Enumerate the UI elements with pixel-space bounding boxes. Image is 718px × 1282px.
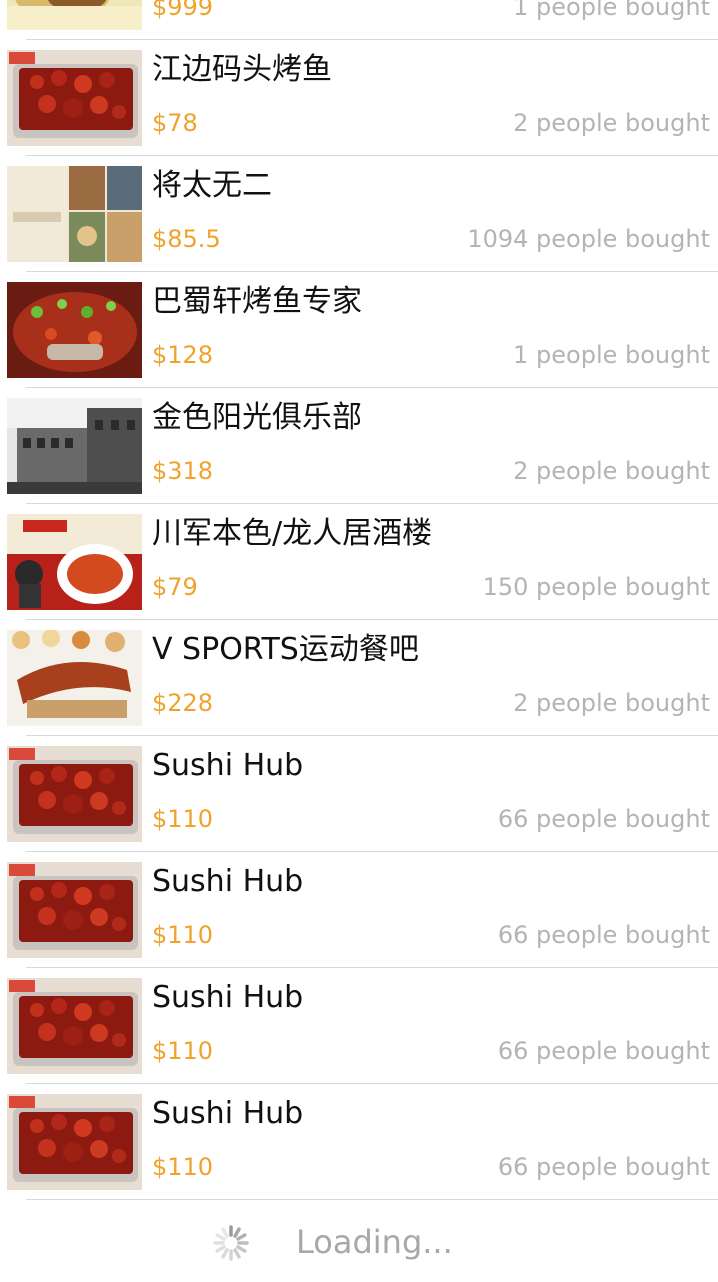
ribs-photo — [7, 630, 142, 726]
food-photo — [7, 0, 142, 30]
grilled-fish-photo — [7, 50, 142, 146]
item-title: Sushi Hub — [152, 748, 304, 783]
item-bought-count: 66 people bought — [497, 1037, 710, 1065]
grilled-fish-photo — [7, 746, 142, 842]
spinner-icon — [213, 1225, 249, 1261]
loading-indicator: Loading... — [0, 1208, 718, 1278]
item-bought-count: 66 people bought — [497, 805, 710, 833]
item-title: 金色阳光俱乐部 — [152, 400, 362, 435]
list-item[interactable]: 将太无二 $85.5 1094 people bought — [0, 156, 718, 272]
list-item[interactable]: $999 1 people bought — [0, 0, 718, 40]
item-price: $228 — [152, 689, 214, 717]
item-price: $110 — [152, 1153, 214, 1181]
item-price: $110 — [152, 921, 214, 949]
item-price: $78 — [152, 109, 198, 137]
item-price: $110 — [152, 805, 214, 833]
list-item[interactable]: Sushi Hub $110 66 people bought — [0, 852, 718, 968]
item-title: 将太无二 — [152, 168, 272, 203]
grilled-fish-photo — [7, 1094, 142, 1190]
item-bought-count: 1 people bought — [513, 0, 710, 21]
item-bought-count: 1 people bought — [513, 341, 710, 369]
loading-text: Loading... — [296, 1223, 453, 1261]
item-bought-count: 1094 people bought — [467, 225, 710, 253]
grilled-fish-photo — [7, 862, 142, 958]
item-title: Sushi Hub — [152, 864, 304, 899]
item-bought-count: 150 people bought — [482, 573, 710, 601]
item-title: 巴蜀轩烤鱼专家 — [152, 284, 362, 319]
list-item[interactable]: V SPORTS运动餐吧 $228 2 people bought — [0, 620, 718, 736]
spicy-fish-photo — [7, 282, 142, 378]
item-bought-count: 2 people bought — [513, 109, 710, 137]
item-price: $79 — [152, 573, 198, 601]
list-item[interactable]: Sushi Hub $110 66 people bought — [0, 968, 718, 1084]
item-title: 川军本色/龙人居酒楼 — [152, 516, 433, 551]
list-item[interactable]: 巴蜀轩烤鱼专家 $128 1 people bought — [0, 272, 718, 388]
item-price: $318 — [152, 457, 214, 485]
item-price: $128 — [152, 341, 214, 369]
item-title: Sushi Hub — [152, 1096, 304, 1131]
item-price: $110 — [152, 1037, 214, 1065]
list-item[interactable]: 金色阳光俱乐部 $318 2 people bought — [0, 388, 718, 504]
item-price: $85.5 — [152, 225, 221, 253]
item-title: 江边码头烤鱼 — [152, 52, 332, 87]
item-title: V SPORTS运动餐吧 — [152, 632, 419, 667]
item-title: Sushi Hub — [152, 980, 304, 1015]
list-item[interactable]: Sushi Hub $110 66 people bought — [0, 736, 718, 852]
list-item[interactable]: 川军本色/龙人居酒楼 $79 150 people bought — [0, 504, 718, 620]
list-item[interactable]: Sushi Hub $110 66 people bought — [0, 1084, 718, 1200]
restaurant-collage-photo — [7, 166, 142, 262]
building-photo — [7, 398, 142, 494]
item-price: $999 — [152, 0, 214, 21]
grilled-fish-photo — [7, 978, 142, 1074]
item-bought-count: 2 people bought — [513, 689, 710, 717]
item-bought-count: 66 people bought — [497, 921, 710, 949]
list-item[interactable]: 江边码头烤鱼 $78 2 people bought — [0, 40, 718, 156]
restaurant-poster-photo — [7, 514, 142, 610]
item-bought-count: 66 people bought — [497, 1153, 710, 1181]
item-bought-count: 2 people bought — [513, 457, 710, 485]
deal-list: $999 1 people bought 江边码头烤鱼 $78 2 people… — [0, 0, 718, 1200]
